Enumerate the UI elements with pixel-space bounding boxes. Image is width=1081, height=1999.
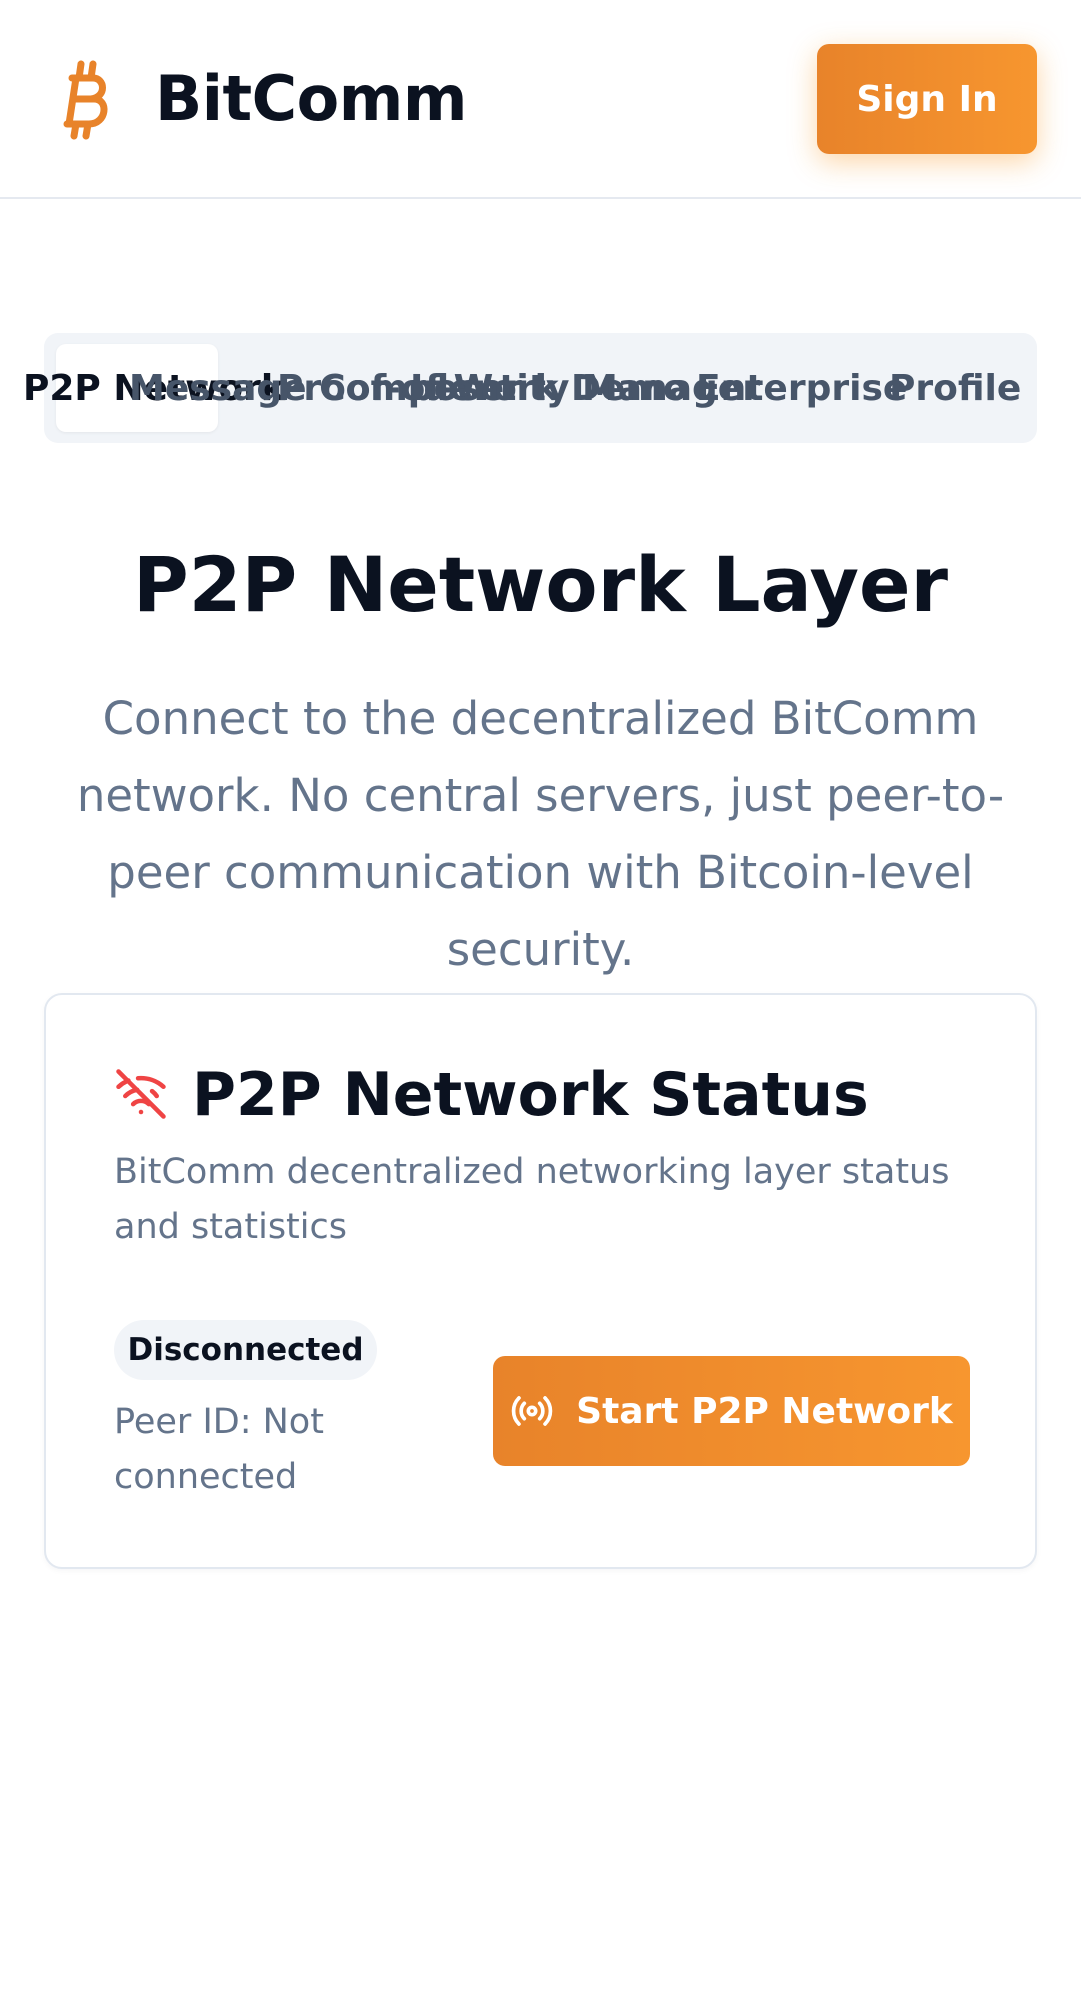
status-badge: Disconnected bbox=[114, 1320, 377, 1380]
tab-profile[interactable]: Profile bbox=[889, 367, 1021, 411]
radio-icon bbox=[511, 1396, 553, 1426]
peer-id-text: Peer ID: Not connected bbox=[114, 1402, 324, 1497]
card-description: BitComm decentralized networking layer s… bbox=[114, 1152, 950, 1247]
page-title: P2P Network Layer bbox=[132, 540, 949, 629]
p2p-status-card: P2P Network Status BitComm decentralized… bbox=[44, 993, 1037, 1569]
start-p2p-network-button[interactable]: Start P2P Network bbox=[493, 1356, 970, 1466]
tab-enterprise[interactable]: Enterprise bbox=[696, 367, 907, 411]
page-description: Connect to the decentralized BitComm net… bbox=[76, 692, 1005, 976]
brand-name: BitComm bbox=[155, 62, 467, 135]
card-title: P2P Network Status bbox=[192, 1060, 869, 1130]
bitcoin-icon bbox=[63, 60, 108, 140]
top-header: BitComm Sign In bbox=[0, 0, 1081, 199]
wifi-off-icon bbox=[116, 1069, 166, 1119]
tab-bar: P2P Network Message Composer Proof-of-Wo… bbox=[23, 333, 1037, 443]
sign-in-button[interactable]: Sign In bbox=[817, 44, 1037, 154]
start-button-label: Start P2P Network bbox=[576, 1390, 953, 1432]
